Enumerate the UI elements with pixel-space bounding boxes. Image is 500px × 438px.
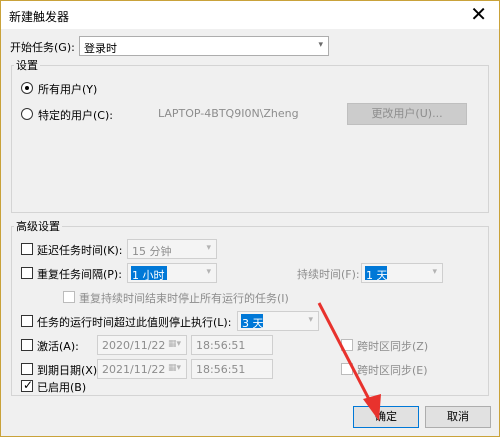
arrow-shaft [317, 302, 375, 408]
annotation-arrow-icon [317, 302, 381, 421]
new-trigger-dialog: 新建触发器 ✕ 开始任务(G): 登录时 ▾ 设置 所有用户(Y) 特定的用户(… [0, 0, 500, 437]
arrow-head [363, 394, 381, 421]
